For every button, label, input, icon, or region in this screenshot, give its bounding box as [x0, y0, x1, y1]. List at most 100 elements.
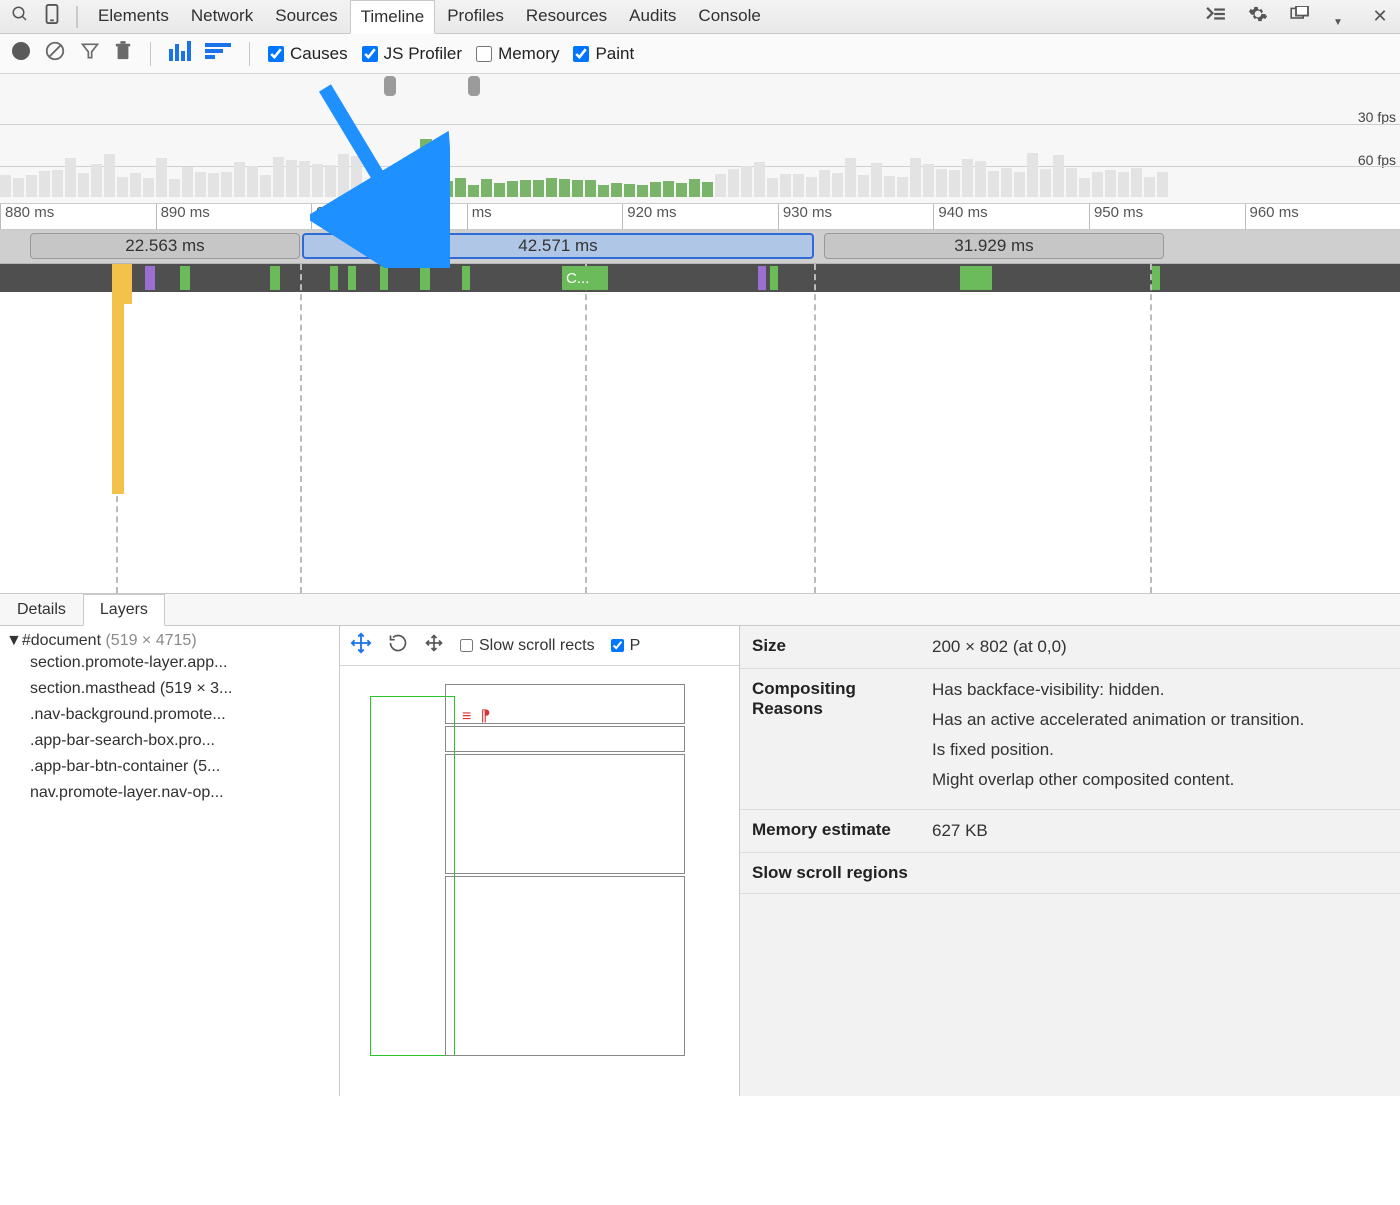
tree-item[interactable]: .app-bar-btn-container (5... [6, 754, 333, 780]
tab-sources[interactable]: Sources [265, 0, 347, 33]
overview-strip[interactable]: 30 fps 60 fps [0, 74, 1400, 204]
memory-label: Memory [498, 44, 559, 64]
overview-bar [208, 173, 219, 197]
overview-bar [455, 178, 466, 197]
tree-root[interactable]: ▼#document (519 × 4715) [6, 632, 333, 650]
frames-view-icon[interactable] [169, 41, 191, 67]
flame-block-paint[interactable] [380, 266, 388, 290]
flame-block-paint[interactable] [1152, 266, 1160, 290]
tab-network[interactable]: Network [181, 0, 263, 33]
frame-bar[interactable]: 31.929 ms [824, 233, 1164, 259]
overview-bar [728, 169, 739, 197]
clear-button[interactable] [44, 40, 66, 68]
tab-timeline[interactable]: Timeline [350, 0, 436, 34]
tree-item[interactable]: section.masthead (519 × 3... [6, 676, 333, 702]
reset-view-icon[interactable] [424, 633, 444, 658]
causes-label: Causes [290, 44, 348, 64]
overview-bar [1014, 172, 1025, 197]
pan-icon[interactable] [350, 632, 372, 659]
flame-chart[interactable]: C... [0, 264, 1400, 594]
tab-elements[interactable]: Elements [88, 0, 179, 33]
memory-checkbox-input[interactable] [476, 46, 492, 62]
tree-item[interactable]: .app-bar-search-box.pro... [6, 728, 333, 754]
dock-icon[interactable] [1286, 6, 1314, 27]
device-icon[interactable] [38, 4, 66, 29]
search-icon[interactable] [6, 5, 34, 28]
overview-bar [1131, 168, 1142, 197]
close-icon[interactable]: ✕ [1366, 6, 1394, 27]
overview-bar [611, 183, 622, 197]
flame-block-paint[interactable] [462, 266, 470, 290]
prop-slow-key: Slow scroll regions [740, 853, 920, 893]
overview-bar [117, 177, 128, 197]
tab-resources[interactable]: Resources [516, 0, 617, 33]
flame-view-icon[interactable] [205, 42, 231, 65]
flame-block-layout[interactable] [758, 266, 766, 290]
flame-block-paint[interactable] [330, 266, 338, 290]
overview-bar [299, 161, 310, 197]
settings-icon[interactable] [1244, 4, 1272, 29]
causes-checkbox-input[interactable] [268, 46, 284, 62]
frame-bar[interactable]: 22.563 ms [30, 233, 300, 259]
layer-tree[interactable]: ▼#document (519 × 4715) section.promote-… [0, 626, 340, 1096]
ruler-tick: 950 ms [1089, 204, 1245, 229]
lower-tab-layers[interactable]: Layers [83, 594, 165, 626]
chevron-down-icon[interactable]: ▼ [1324, 17, 1352, 28]
flame-block-paint[interactable] [270, 266, 280, 290]
frames-row[interactable]: 22.563 ms42.571 ms 31.929 ms [0, 230, 1400, 264]
overview-bar [195, 172, 206, 197]
tree-item[interactable]: section.promote-layer.app... [6, 650, 333, 676]
filter-icon[interactable] [80, 41, 100, 67]
window-handle-right[interactable] [468, 76, 480, 96]
trash-icon[interactable] [114, 41, 132, 67]
flame-block-paint[interactable] [420, 266, 430, 290]
layer-box-selected[interactable] [370, 696, 455, 1056]
rotate-icon[interactable] [388, 633, 408, 658]
flame-block-paint[interactable] [960, 266, 992, 290]
paint-checkbox[interactable]: Paint [573, 44, 634, 64]
overview-bar [832, 173, 843, 197]
flame-block-layout[interactable] [145, 266, 155, 290]
frame-bar[interactable]: 42.571 ms [302, 233, 814, 259]
overview-bar [312, 164, 323, 197]
time-ruler[interactable]: 880 ms890 ms900 msms920 ms930 ms940 ms95… [0, 204, 1400, 230]
memory-checkbox[interactable]: Memory [476, 44, 559, 64]
tree-item[interactable]: nav.promote-layer.nav-op... [6, 780, 333, 806]
drawer-icon[interactable] [1202, 6, 1230, 27]
fps-30-label: 30 fps [1358, 109, 1396, 125]
paint-checkbox-input[interactable] [573, 46, 589, 62]
jsprofiler-checkbox[interactable]: JS Profiler [362, 44, 462, 64]
lower-tab-details[interactable]: Details [0, 594, 83, 625]
overview-bar [663, 181, 674, 197]
compositing-reason: Might overlap other composited content. [932, 769, 1388, 791]
layer-box[interactable] [445, 876, 685, 1056]
flame-block-script[interactable] [124, 264, 132, 304]
flame-block-paint[interactable] [770, 266, 778, 290]
overview-bar [507, 181, 518, 197]
flame-block-composite[interactable]: C... [562, 266, 608, 290]
preview-canvas[interactable]: ≡ ⁋ [340, 666, 739, 1096]
record-button[interactable] [12, 42, 30, 66]
tab-console[interactable]: Console [688, 0, 770, 33]
tab-audits[interactable]: Audits [619, 0, 686, 33]
ruler-tick: 960 ms [1245, 204, 1400, 229]
slow-scroll-checkbox-input[interactable] [460, 639, 473, 652]
flame-block-paint[interactable] [348, 266, 356, 290]
layer-box[interactable] [445, 754, 685, 874]
jsprofiler-checkbox-input[interactable] [362, 46, 378, 62]
tree-item[interactable]: .nav-background.promote... [6, 702, 333, 728]
flame-block-script[interactable] [112, 264, 124, 494]
overview-bar [598, 185, 609, 197]
overview-bar [247, 166, 258, 197]
overview-bar [364, 185, 375, 197]
window-handle-left[interactable] [384, 76, 396, 96]
causes-checkbox[interactable]: Causes [268, 44, 348, 64]
paint-opt-checkbox-input[interactable] [611, 639, 624, 652]
tab-profiles[interactable]: Profiles [437, 0, 514, 33]
flame-block-paint[interactable] [180, 266, 190, 290]
prop-size-key: Size [740, 626, 920, 668]
layer-box[interactable] [445, 726, 685, 752]
slow-scroll-checkbox[interactable]: Slow scroll rects [460, 637, 595, 655]
overview-bar [1053, 155, 1064, 197]
paint-opt-checkbox[interactable]: P [611, 637, 641, 655]
